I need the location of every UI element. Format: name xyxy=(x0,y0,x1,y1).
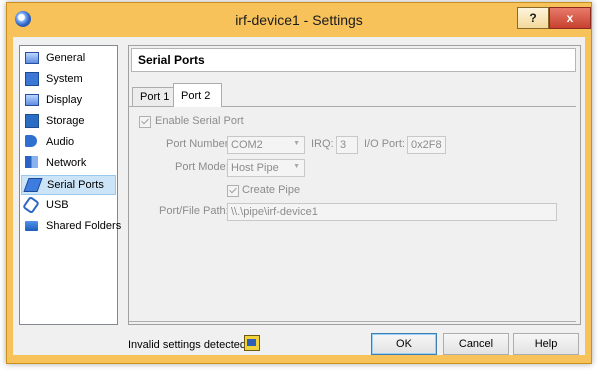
sidebar-item-label: Shared Folders xyxy=(46,220,122,232)
tab-label: Port 2 xyxy=(181,90,211,102)
dialog-footer: Invalid settings detected OK Cancel Help xyxy=(13,327,585,355)
sidebar-item-shared-folders[interactable]: Shared Folders xyxy=(21,217,121,237)
io-port-value: 0x2F8 xyxy=(411,139,442,151)
sidebar-item-audio[interactable]: Audio xyxy=(21,133,116,153)
serial-port-icon xyxy=(23,178,43,192)
sidebar-item-label: Storage xyxy=(46,115,85,127)
chevron-down-icon: ▼ xyxy=(293,163,300,170)
io-port-input[interactable]: 0x2F8 xyxy=(407,136,446,154)
sidebar-item-label: Network xyxy=(46,157,87,169)
storage-icon xyxy=(25,114,39,128)
port-number-select[interactable]: COM2 ▼ xyxy=(227,136,305,154)
sidebar-item-serial-ports[interactable]: Serial Ports xyxy=(21,175,116,195)
port-file-path-value: \\.\pipe\irf-device1 xyxy=(231,206,318,218)
sidebar-item-network[interactable]: Network xyxy=(21,154,116,174)
dialog-body: General System Display Storage Audio Net… xyxy=(13,37,585,355)
speaker-icon xyxy=(25,135,37,147)
sidebar-item-label: System xyxy=(46,73,83,85)
port-mode-label: Port Mode: xyxy=(175,161,229,173)
window-title: irf-device1 - Settings xyxy=(235,12,363,28)
page-title: Serial Ports xyxy=(138,53,205,67)
chevron-down-icon: ▼ xyxy=(293,140,300,147)
sidebar-item-label: Serial Ports xyxy=(47,179,104,191)
sidebar-item-label: Audio xyxy=(46,136,75,148)
sidebar-item-label: Display xyxy=(46,94,83,106)
io-port-label: I/O Port: xyxy=(364,138,405,150)
sidebar-item-storage[interactable]: Storage xyxy=(21,112,116,132)
display-icon xyxy=(25,94,39,106)
enable-serial-port-label: Enable Serial Port xyxy=(155,115,244,127)
ok-button[interactable]: OK xyxy=(371,333,437,355)
enable-serial-port-checkbox[interactable] xyxy=(139,116,151,128)
usb-icon xyxy=(22,195,40,215)
warning-text: Invalid settings detected xyxy=(128,339,247,351)
sidebar-item-label: General xyxy=(46,52,86,64)
irq-value: 3 xyxy=(340,139,347,151)
cancel-button[interactable]: Cancel xyxy=(443,333,509,355)
tab-port-2[interactable]: Port 2 xyxy=(173,83,222,107)
port-file-path-input[interactable]: \\.\pipe\irf-device1 xyxy=(227,203,557,221)
tab-label: Port 1 xyxy=(140,91,170,103)
warning-icon[interactable] xyxy=(244,335,260,351)
monitor-icon xyxy=(25,52,39,64)
port-mode-value: Host Pipe xyxy=(231,162,279,174)
create-pipe-checkbox[interactable] xyxy=(227,185,239,197)
settings-window: irf-device1 - Settings ? x General Syste… xyxy=(6,2,592,364)
port-file-path-label: Port/File Path: xyxy=(159,205,229,217)
settings-category-list: General System Display Storage Audio Net… xyxy=(19,45,121,325)
port-number-value: COM2 xyxy=(231,139,263,151)
help-button[interactable]: Help xyxy=(513,333,579,355)
help-title-button[interactable]: ? xyxy=(517,7,549,29)
port-mode-select[interactable]: Host Pipe ▼ xyxy=(227,159,305,177)
network-icon xyxy=(25,156,38,168)
create-pipe-label: Create Pipe xyxy=(242,184,301,196)
sidebar-item-usb[interactable]: USB xyxy=(21,195,116,216)
section-header: Serial Ports xyxy=(131,48,576,72)
folder-icon xyxy=(25,221,38,231)
close-button[interactable]: x xyxy=(549,7,591,29)
irq-label: IRQ: xyxy=(311,138,334,150)
title-bar[interactable]: irf-device1 - Settings ? x xyxy=(7,3,591,37)
port-number-label: Port Number: xyxy=(166,138,232,150)
sidebar-item-general[interactable]: General xyxy=(21,49,116,69)
sidebar-item-label: USB xyxy=(46,199,69,211)
sidebar-item-system[interactable]: System xyxy=(21,70,116,90)
sidebar-item-display[interactable]: Display xyxy=(21,91,116,111)
chip-icon xyxy=(25,72,39,86)
irq-input[interactable]: 3 xyxy=(336,136,358,154)
settings-page: Serial Ports Port 1 Port 2 Enable Serial… xyxy=(128,45,581,325)
port-2-panel: Enable Serial Port Port Number: COM2 ▼ I… xyxy=(129,106,576,322)
tab-port-1[interactable]: Port 1 xyxy=(132,87,174,106)
